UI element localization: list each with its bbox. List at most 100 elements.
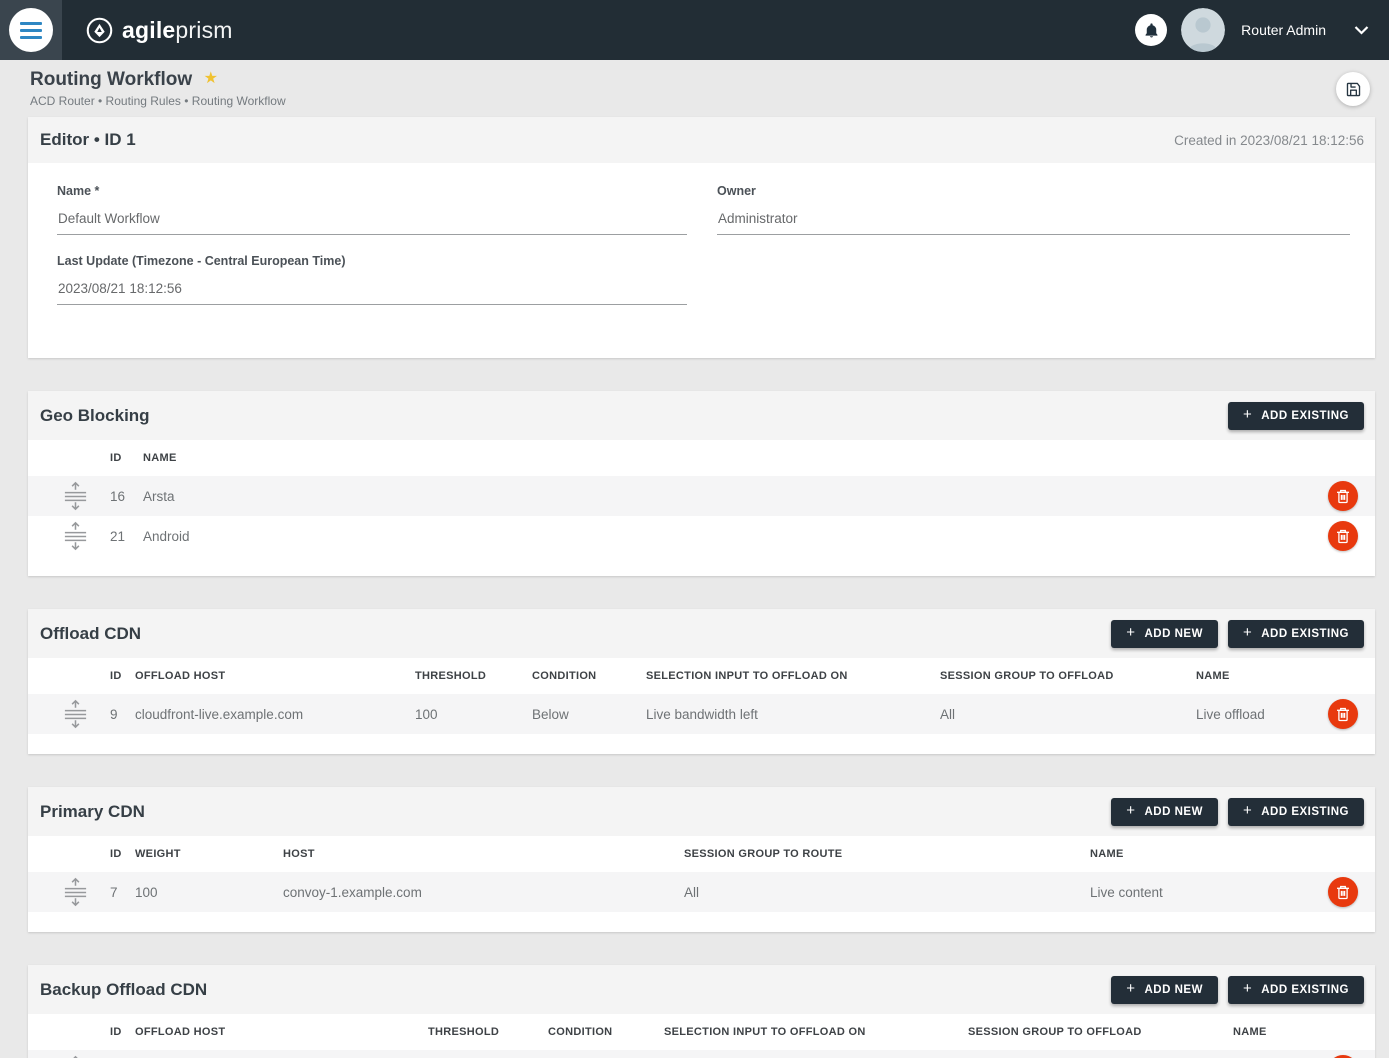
prism-logo-icon <box>86 17 113 44</box>
reorder-icon[interactable] <box>62 481 89 511</box>
name-field-label: Name * <box>57 184 687 198</box>
bell-icon <box>1143 21 1160 40</box>
section-actions: +ADD NEW +ADD EXISTING <box>1111 798 1364 826</box>
user-name[interactable]: Router Admin <box>1241 22 1326 38</box>
hamburger-icon[interactable] <box>9 8 53 52</box>
column-header: HOST <box>283 848 684 860</box>
row-handle-cell <box>28 699 110 729</box>
save-icon <box>1345 81 1362 98</box>
save-button[interactable] <box>1336 72 1370 106</box>
reorder-icon[interactable] <box>62 521 89 551</box>
button-label: ADD NEW <box>1144 806 1202 818</box>
row-cell: Live content <box>1090 885 1311 900</box>
row-cell: cloudfront-live.example.com <box>135 707 415 722</box>
name-field[interactable] <box>57 211 687 235</box>
section-table: IDNAME16Arsta21Android <box>28 440 1375 556</box>
star-icon[interactable]: ★ <box>204 70 218 87</box>
row-cell: 100 <box>415 707 532 722</box>
row-cell: 16 <box>110 489 143 504</box>
row-cell: 7 <box>110 885 135 900</box>
row-action-cell <box>1311 877 1375 907</box>
sidebar-toggle-button[interactable] <box>0 0 62 60</box>
section-header-backup-offload-cdn: Backup Offload CDN+ADD NEW+ADD EXISTING <box>28 965 1375 1014</box>
brand-name: agileprism <box>122 17 233 44</box>
delete-row-button[interactable] <box>1328 481 1358 511</box>
column-header: ID <box>110 452 143 464</box>
button-label: ADD EXISTING <box>1261 984 1349 996</box>
section-table: IDWEIGHTHOSTSESSION GROUP TO ROUTENAME71… <box>28 836 1375 912</box>
add-new-button[interactable]: +ADD NEW <box>1111 976 1218 1004</box>
row-action-cell <box>1311 521 1375 551</box>
button-label: ADD NEW <box>1144 628 1202 640</box>
column-header: WEIGHT <box>135 848 283 860</box>
reorder-icon[interactable] <box>62 699 89 729</box>
section-title: Backup Offload CDN <box>40 980 207 1000</box>
row-cell: Android <box>143 529 1311 544</box>
section-backup-offload-cdn: Backup Offload CDN+ADD NEW+ADD EXISTINGI… <box>28 965 1375 1058</box>
row-cell: Live offload <box>1196 707 1311 722</box>
column-header: SESSION GROUP TO OFFLOAD <box>940 670 1196 682</box>
owner-field-label: Owner <box>717 184 1350 198</box>
add-existing-button[interactable]: +ADD EXISTING <box>1228 402 1364 430</box>
section-header-primary-cdn: Primary CDN +ADD NEW +ADD EXISTING <box>28 787 1375 836</box>
sections-container: Geo Blocking+ADD EXISTINGIDNAME16Arsta21… <box>28 391 1375 1058</box>
add-existing-button[interactable]: +ADD EXISTING <box>1228 798 1364 826</box>
section-actions: + ADD NEW +ADD EXISTING <box>1111 620 1364 648</box>
editor-panel-header: Editor • ID 1 Created in 2023/08/21 18:1… <box>28 117 1375 163</box>
table-header-row: IDWEIGHTHOSTSESSION GROUP TO ROUTENAME <box>28 836 1375 872</box>
table-row <box>28 1050 1375 1058</box>
section-actions: +ADD EXISTING <box>1228 402 1364 430</box>
top-navbar: agileprism Router Admin <box>0 0 1389 60</box>
add-existing-button[interactable]: + ADD EXISTING <box>1228 976 1364 1004</box>
trash-icon <box>1336 529 1350 544</box>
row-cell: Live bandwidth left <box>646 707 940 722</box>
row-cell: 9 <box>110 707 135 722</box>
section-title: Primary CDN <box>40 802 145 822</box>
chevron-down-icon[interactable] <box>1354 26 1369 35</box>
column-header: THRESHOLD <box>415 670 532 682</box>
user-avatar[interactable] <box>1181 8 1225 52</box>
row-cell: All <box>940 707 1196 722</box>
row-cell: 21 <box>110 529 143 544</box>
column-header: OFFLOAD HOST <box>135 1026 428 1038</box>
section-actions: +ADD NEW+ADD EXISTING <box>1111 976 1364 1004</box>
plus-icon: + <box>1243 625 1252 640</box>
delete-row-button[interactable] <box>1328 521 1358 551</box>
add-new-button[interactable]: +ADD NEW <box>1111 798 1218 826</box>
last-update-field[interactable] <box>57 281 687 305</box>
table-header-row: IDNAME <box>28 440 1375 476</box>
section-offload-cdn: Offload CDN+ADD NEW+ADD EXISTINGIDOFFLOA… <box>28 609 1375 754</box>
breadcrumb[interactable]: ACD Router • Routing Rules • Routing Wor… <box>30 94 1389 108</box>
delete-row-button[interactable] <box>1328 877 1358 907</box>
last-update-field-group: Last Update (Timezone - Central European… <box>57 254 687 305</box>
column-header: SESSION GROUP TO ROUTE <box>684 848 1090 860</box>
row-cell: convoy-1.example.com <box>283 885 684 900</box>
add-existing-button[interactable]: +ADD EXISTING <box>1228 620 1364 648</box>
row-cell: Below <box>532 707 646 722</box>
plus-icon: + <box>1126 981 1135 996</box>
table-row: 9cloudfront-live.example.com100BelowLive… <box>28 694 1375 734</box>
row-handle-cell <box>28 521 110 551</box>
column-header: NAME <box>143 452 1311 464</box>
column-header: CONDITION <box>532 670 646 682</box>
table-header-row: IDOFFLOAD HOSTTHRESHOLDCONDITIONSELECTIO… <box>28 1014 1375 1050</box>
row-action-cell <box>1311 481 1375 511</box>
owner-field[interactable] <box>717 211 1350 235</box>
plus-icon: + <box>1243 981 1252 996</box>
editor-panel: Editor • ID 1 Created in 2023/08/21 18:1… <box>28 117 1375 358</box>
person-avatar <box>1181 8 1225 52</box>
editor-title: Editor • ID 1 <box>40 130 136 150</box>
add-new-button[interactable]: + ADD NEW <box>1111 620 1218 648</box>
row-handle-cell <box>28 877 110 907</box>
name-field-group: Name * <box>57 184 687 235</box>
column-header: THRESHOLD <box>428 1026 548 1038</box>
plus-icon: + <box>1126 625 1135 640</box>
notifications-button[interactable] <box>1135 14 1167 46</box>
row-action-cell <box>1311 699 1375 729</box>
table-row: 7100convoy-1.example.comAllLive content <box>28 872 1375 912</box>
delete-row-button[interactable] <box>1328 699 1358 729</box>
last-update-field-label: Last Update (Timezone - Central European… <box>57 254 687 268</box>
reorder-icon[interactable] <box>62 877 89 907</box>
owner-field-group: Owner <box>717 184 1350 235</box>
trash-icon <box>1336 489 1350 504</box>
